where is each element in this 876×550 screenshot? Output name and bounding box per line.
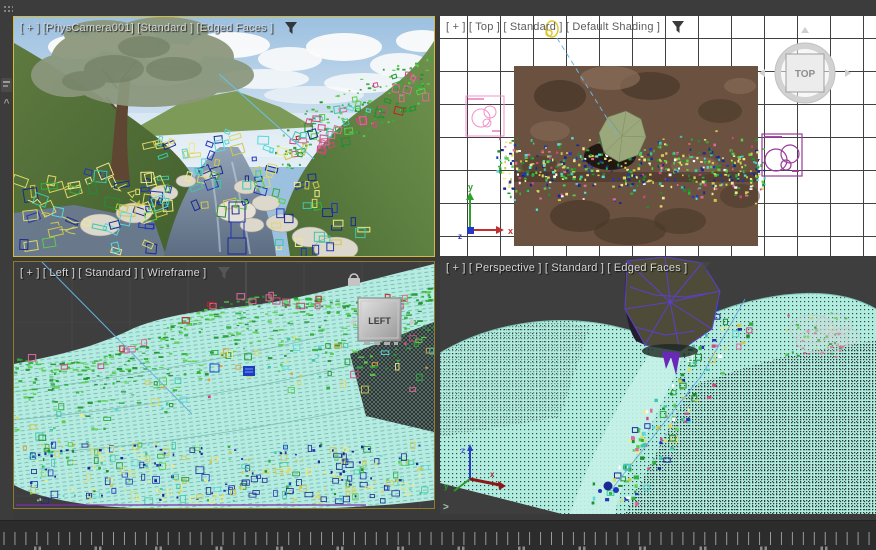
viewport-label-left[interactable]: [ + ] [ Left ] [ Standard ] [ Wireframe … xyxy=(20,267,206,279)
top-scene: TOP y x z xyxy=(440,16,876,256)
viewport-camera[interactable]: [ + ] [PhysCamera001] [Standard ] [Edged… xyxy=(13,16,435,257)
prompt-char: > xyxy=(443,502,449,513)
lock-icon xyxy=(348,274,360,286)
viewport-label-perspective[interactable]: [ + ] [ Perspective ] [ Standard ] [ Edg… xyxy=(446,262,687,274)
svg-text:y: y xyxy=(444,482,449,491)
svg-text:x: x xyxy=(490,470,495,479)
viewcube-face-label: LEFT xyxy=(368,316,391,326)
viewport-top[interactable]: TOP y x z [ + ] [ Top ] [ Standard ] [ D… xyxy=(440,16,876,256)
track-bar-ticks xyxy=(0,521,876,550)
viewport-label-top[interactable]: [ + ] [ Top ] [ Standard ] [ Default Sha… xyxy=(446,21,660,33)
camera-scene xyxy=(14,17,434,256)
axis-tripod: y x z xyxy=(458,182,513,241)
side-panel-strip: ^ xyxy=(0,16,13,520)
toolbar-drag-handle[interactable] xyxy=(3,5,13,12)
viewport-left[interactable]: LEFT [ + ] [ Left ] [ Standard ] [ Wiref… xyxy=(13,261,435,509)
helper-gizmo-left xyxy=(466,96,504,136)
filter-icon[interactable] xyxy=(671,20,685,34)
viewcube-face-label: TOP xyxy=(795,69,816,80)
filter-icon[interactable] xyxy=(284,21,298,35)
viewport-perspective[interactable]: z y x > [ + ] [ Perspective ] [ Standard… xyxy=(440,257,876,514)
left-scene: LEFT xyxy=(14,262,434,508)
viewcube[interactable]: TOP xyxy=(759,27,851,103)
viewport-label-camera[interactable]: [ + ] [PhysCamera001] [Standard ] [Edged… xyxy=(20,22,273,34)
svg-text:z: z xyxy=(461,446,465,455)
svg-text:x: x xyxy=(508,226,513,236)
filter-icon[interactable] xyxy=(217,266,231,280)
panel-icon[interactable] xyxy=(1,78,12,92)
filter-icon[interactable] xyxy=(698,261,712,275)
track-bar[interactable] xyxy=(0,520,876,550)
svg-text:z: z xyxy=(458,232,462,241)
toolbar-strip xyxy=(0,0,876,16)
helper-gizmo-right xyxy=(762,134,802,176)
svg-text:y: y xyxy=(468,182,473,192)
chevron-up-icon[interactable]: ^ xyxy=(0,98,13,109)
perspective-scene: z y x > xyxy=(440,257,876,514)
